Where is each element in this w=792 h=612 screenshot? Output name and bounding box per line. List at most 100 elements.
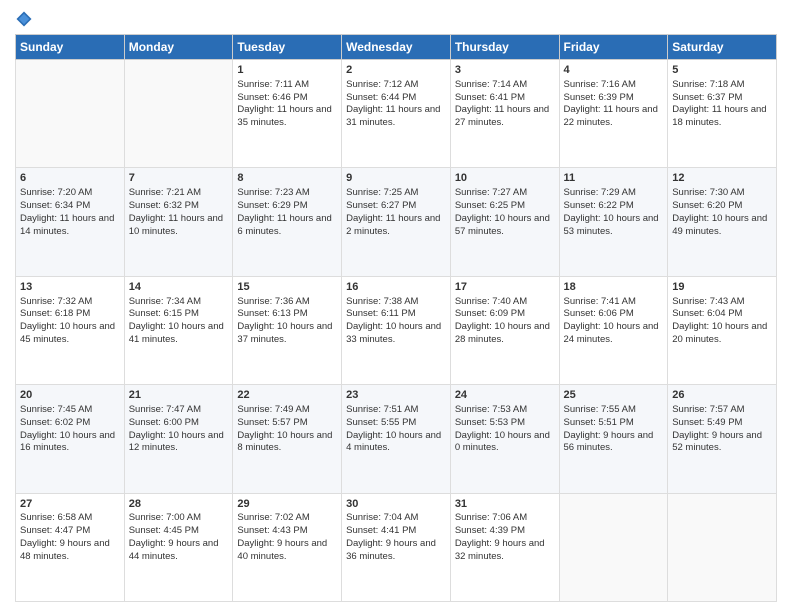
day-info: Daylight: 9 hours and 48 minutes.: [20, 538, 120, 564]
day-info: Sunrise: 7:30 AM: [672, 187, 772, 200]
day-number: 29: [237, 497, 337, 512]
day-info: Sunrise: 7:41 AM: [564, 296, 664, 309]
day-number: 31: [455, 497, 555, 512]
day-info: Sunset: 5:55 PM: [346, 417, 446, 430]
day-info: Sunset: 6:18 PM: [20, 308, 120, 321]
day-info: Sunrise: 7:21 AM: [129, 187, 229, 200]
calendar-cell: 17Sunrise: 7:40 AMSunset: 6:09 PMDayligh…: [450, 276, 559, 384]
day-header-friday: Friday: [559, 35, 668, 60]
day-info: Sunset: 6:29 PM: [237, 200, 337, 213]
day-info: Sunrise: 7:43 AM: [672, 296, 772, 309]
day-info: Daylight: 10 hours and 49 minutes.: [672, 213, 772, 239]
day-info: Sunrise: 7:51 AM: [346, 404, 446, 417]
day-info: Sunset: 6:02 PM: [20, 417, 120, 430]
calendar-cell: 27Sunrise: 6:58 AMSunset: 4:47 PMDayligh…: [16, 493, 125, 601]
day-number: 8: [237, 171, 337, 186]
day-info: Daylight: 11 hours and 22 minutes.: [564, 104, 664, 130]
calendar-cell: 18Sunrise: 7:41 AMSunset: 6:06 PMDayligh…: [559, 276, 668, 384]
day-info: Sunrise: 7:55 AM: [564, 404, 664, 417]
calendar-cell: 22Sunrise: 7:49 AMSunset: 5:57 PMDayligh…: [233, 385, 342, 493]
day-header-thursday: Thursday: [450, 35, 559, 60]
day-info: Sunset: 4:41 PM: [346, 525, 446, 538]
day-info: Sunset: 6:34 PM: [20, 200, 120, 213]
day-info: Sunset: 5:51 PM: [564, 417, 664, 430]
day-info: Daylight: 11 hours and 18 minutes.: [672, 104, 772, 130]
day-info: Sunset: 4:45 PM: [129, 525, 229, 538]
day-info: Daylight: 10 hours and 45 minutes.: [20, 321, 120, 347]
day-info: Sunset: 6:46 PM: [237, 92, 337, 105]
day-info: Sunset: 6:04 PM: [672, 308, 772, 321]
day-info: Sunrise: 7:47 AM: [129, 404, 229, 417]
calendar-cell: 11Sunrise: 7:29 AMSunset: 6:22 PMDayligh…: [559, 168, 668, 276]
calendar-cell: 4Sunrise: 7:16 AMSunset: 6:39 PMDaylight…: [559, 60, 668, 168]
calendar-cell: 28Sunrise: 7:00 AMSunset: 4:45 PMDayligh…: [124, 493, 233, 601]
calendar-cell: 13Sunrise: 7:32 AMSunset: 6:18 PMDayligh…: [16, 276, 125, 384]
calendar-cell: 3Sunrise: 7:14 AMSunset: 6:41 PMDaylight…: [450, 60, 559, 168]
day-info: Daylight: 11 hours and 10 minutes.: [129, 213, 229, 239]
day-info: Daylight: 9 hours and 36 minutes.: [346, 538, 446, 564]
day-number: 21: [129, 388, 229, 403]
day-number: 30: [346, 497, 446, 512]
day-info: Sunrise: 7:36 AM: [237, 296, 337, 309]
day-info: Daylight: 10 hours and 8 minutes.: [237, 430, 337, 456]
day-number: 17: [455, 280, 555, 295]
day-info: Sunrise: 7:16 AM: [564, 79, 664, 92]
day-header-saturday: Saturday: [668, 35, 777, 60]
calendar-cell: 20Sunrise: 7:45 AMSunset: 6:02 PMDayligh…: [16, 385, 125, 493]
day-number: 5: [672, 63, 772, 78]
day-info: Sunset: 5:49 PM: [672, 417, 772, 430]
day-number: 23: [346, 388, 446, 403]
day-info: Sunrise: 7:12 AM: [346, 79, 446, 92]
calendar-cell: 9Sunrise: 7:25 AMSunset: 6:27 PMDaylight…: [342, 168, 451, 276]
day-number: 13: [20, 280, 120, 295]
calendar-cell: 29Sunrise: 7:02 AMSunset: 4:43 PMDayligh…: [233, 493, 342, 601]
calendar-table: SundayMondayTuesdayWednesdayThursdayFrid…: [15, 34, 777, 602]
logo: [15, 10, 37, 28]
day-info: Sunrise: 7:38 AM: [346, 296, 446, 309]
calendar-cell: 26Sunrise: 7:57 AMSunset: 5:49 PMDayligh…: [668, 385, 777, 493]
day-info: Sunrise: 7:40 AM: [455, 296, 555, 309]
day-number: 27: [20, 497, 120, 512]
header: [15, 10, 777, 28]
day-info: Daylight: 11 hours and 14 minutes.: [20, 213, 120, 239]
day-header-tuesday: Tuesday: [233, 35, 342, 60]
day-info: Daylight: 9 hours and 40 minutes.: [237, 538, 337, 564]
day-info: Sunset: 5:53 PM: [455, 417, 555, 430]
day-info: Sunset: 6:20 PM: [672, 200, 772, 213]
calendar-cell: [16, 60, 125, 168]
day-info: Sunrise: 7:25 AM: [346, 187, 446, 200]
day-info: Sunrise: 7:32 AM: [20, 296, 120, 309]
day-info: Sunset: 6:11 PM: [346, 308, 446, 321]
calendar-cell: [668, 493, 777, 601]
calendar-cell: 25Sunrise: 7:55 AMSunset: 5:51 PMDayligh…: [559, 385, 668, 493]
day-number: 1: [237, 63, 337, 78]
day-info: Sunset: 6:32 PM: [129, 200, 229, 213]
day-number: 26: [672, 388, 772, 403]
day-info: Daylight: 9 hours and 52 minutes.: [672, 430, 772, 456]
calendar-cell: 8Sunrise: 7:23 AMSunset: 6:29 PMDaylight…: [233, 168, 342, 276]
day-info: Sunrise: 7:23 AM: [237, 187, 337, 200]
day-info: Sunrise: 6:58 AM: [20, 512, 120, 525]
day-number: 15: [237, 280, 337, 295]
page: SundayMondayTuesdayWednesdayThursdayFrid…: [0, 0, 792, 612]
calendar-cell: 1Sunrise: 7:11 AMSunset: 6:46 PMDaylight…: [233, 60, 342, 168]
day-info: Sunrise: 7:11 AM: [237, 79, 337, 92]
day-info: Sunrise: 7:49 AM: [237, 404, 337, 417]
day-info: Sunset: 6:27 PM: [346, 200, 446, 213]
day-info: Daylight: 11 hours and 2 minutes.: [346, 213, 446, 239]
day-info: Sunrise: 7:06 AM: [455, 512, 555, 525]
calendar-cell: 30Sunrise: 7:04 AMSunset: 4:41 PMDayligh…: [342, 493, 451, 601]
day-info: Sunset: 6:22 PM: [564, 200, 664, 213]
logo-icon: [15, 10, 33, 28]
day-number: 12: [672, 171, 772, 186]
day-info: Daylight: 10 hours and 37 minutes.: [237, 321, 337, 347]
day-number: 9: [346, 171, 446, 186]
day-info: Sunset: 6:37 PM: [672, 92, 772, 105]
day-info: Sunrise: 7:45 AM: [20, 404, 120, 417]
day-info: Daylight: 9 hours and 32 minutes.: [455, 538, 555, 564]
day-info: Sunset: 6:41 PM: [455, 92, 555, 105]
day-number: 6: [20, 171, 120, 186]
day-info: Sunset: 6:06 PM: [564, 308, 664, 321]
day-info: Daylight: 10 hours and 16 minutes.: [20, 430, 120, 456]
day-info: Sunrise: 7:57 AM: [672, 404, 772, 417]
